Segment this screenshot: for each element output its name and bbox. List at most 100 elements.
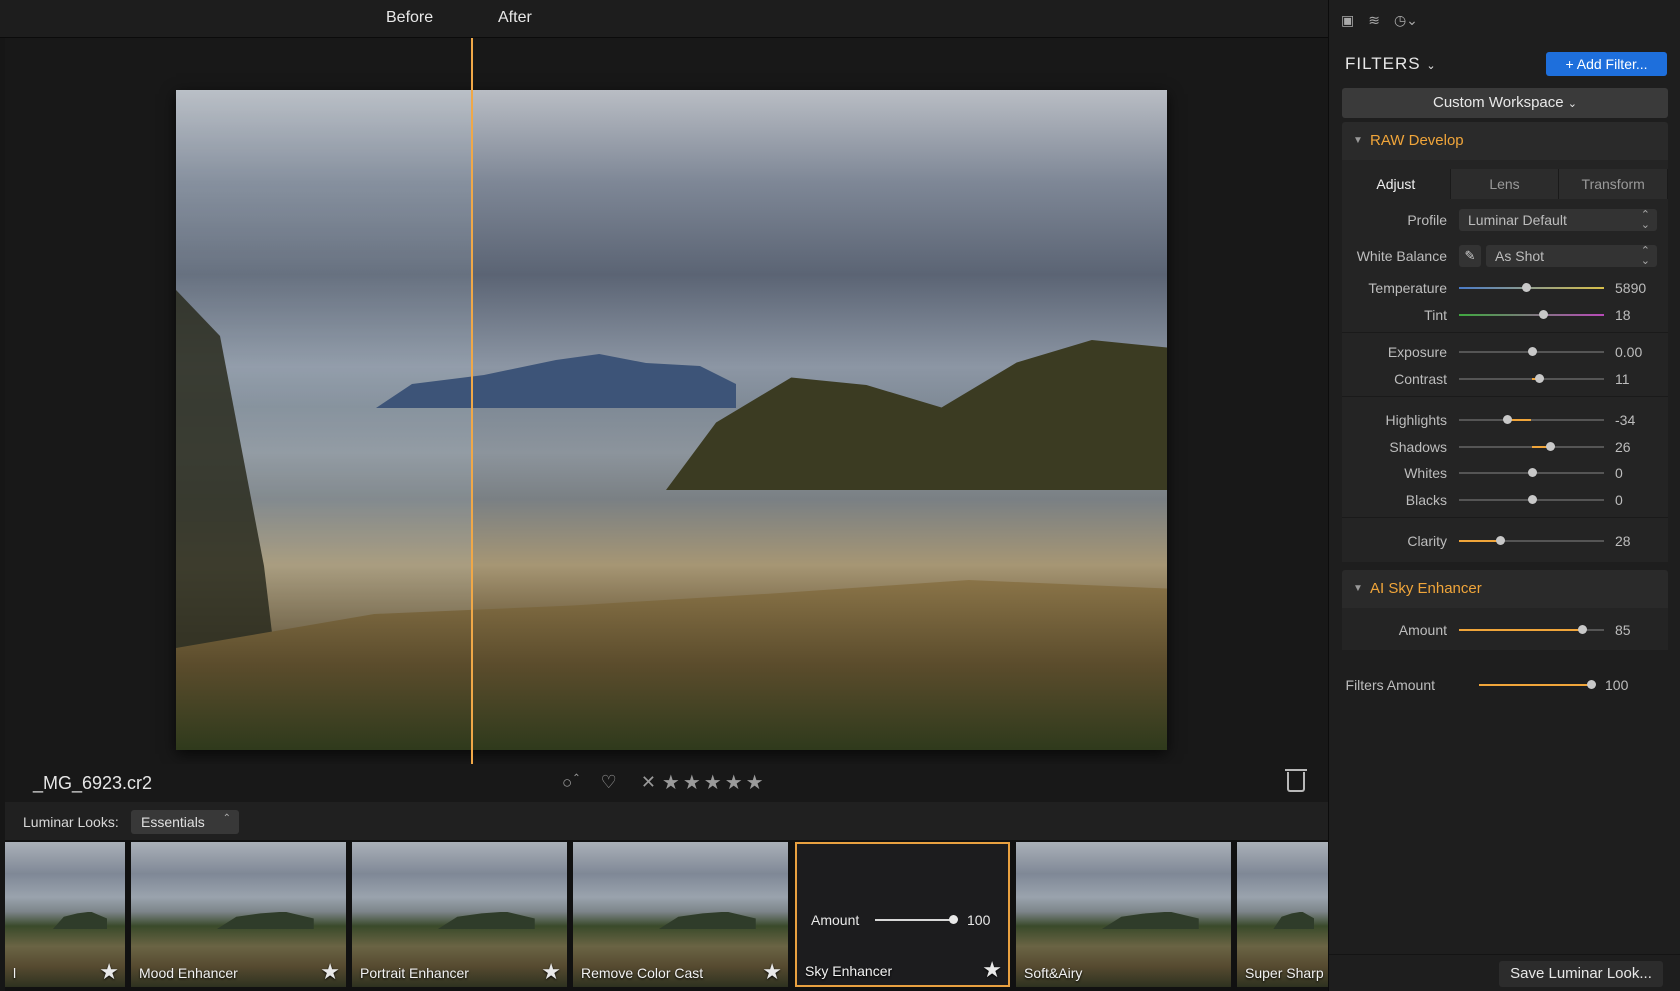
updown-icon: ⌃ ⌄ (1640, 209, 1650, 231)
info-bar: _MG_6923.cr2 ○⌃ ♡ ✕ ★★★★★ (5, 764, 1328, 802)
save-luminar-look-button[interactable]: Save Luminar Look... (1499, 961, 1663, 987)
divider (1329, 954, 1680, 955)
look-amount-value: 100 (967, 912, 991, 928)
look-thumb[interactable]: Soft&Airy (1016, 842, 1231, 987)
collapse-triangle-icon: ▼ (1353, 583, 1363, 594)
slider-fill (1459, 629, 1583, 631)
star-icon[interactable]: ★ (762, 959, 782, 985)
profile-select[interactable]: Luminar Default ⌃ ⌄ (1459, 209, 1657, 231)
tab-lens[interactable]: Lens (1450, 169, 1560, 199)
look-thumb[interactable]: l ★ (5, 842, 125, 987)
add-filter-button[interactable]: + Add Filter... (1546, 52, 1667, 76)
luminar-window: Before After _MG_6923.cr2 ○⌃ ♡ ✕ ★★★★★ L… (0, 0, 1680, 991)
chevron-down-icon: ⌄ (1426, 60, 1437, 72)
slider-knob[interactable] (1495, 536, 1505, 545)
slider-exposure[interactable] (1459, 347, 1604, 356)
color-label-icon[interactable]: ○⌃ (562, 773, 581, 793)
slider-knob[interactable] (1587, 680, 1596, 689)
thumb-landscape (217, 911, 314, 929)
sky-enhancer-header[interactable]: ▼ AI Sky Enhancer (1342, 570, 1668, 608)
layers-icon[interactable]: ≋ (1368, 12, 1380, 29)
slider-temperature[interactable] (1459, 283, 1604, 292)
white-balance-select[interactable]: As Shot ⌃ ⌄ (1486, 245, 1657, 267)
look-thumb[interactable]: Super Sharp (1237, 842, 1328, 987)
filters-title-text: FILTERS (1345, 54, 1421, 73)
photo-canvas[interactable] (176, 90, 1167, 750)
star-icon[interactable]: ★ (982, 957, 1002, 983)
filters-amount-slider[interactable] (1479, 680, 1596, 689)
history-icon[interactable]: ◷⌄ (1394, 12, 1418, 29)
look-amount-slider[interactable] (875, 919, 953, 921)
before-after-split-handle[interactable] (471, 38, 473, 802)
reject-icon[interactable]: ✕ (641, 772, 656, 793)
slider-knob[interactable] (1527, 468, 1537, 477)
tab-adjust[interactable]: Adjust (1342, 169, 1451, 199)
tab-transform[interactable]: Transform (1559, 169, 1669, 199)
slider-fill (1479, 684, 1591, 686)
slider-highlights[interactable] (1459, 415, 1604, 424)
star-icon[interactable]: ★ (320, 959, 340, 985)
filters-title[interactable]: FILTERS ⌄ (1345, 54, 1437, 74)
trash-icon[interactable] (1285, 769, 1307, 792)
slider-contrast[interactable] (1459, 374, 1604, 383)
updown-icon: ⌃ ⌄ (1640, 245, 1650, 267)
slider-tint[interactable] (1459, 310, 1604, 319)
slider-value-contrast: 11 (1615, 371, 1630, 387)
eyedropper-icon[interactable]: ✎ (1459, 245, 1481, 267)
filters-amount-value: 100 (1605, 677, 1629, 693)
compare-bar: Before After (0, 0, 1328, 38)
look-amount-knob[interactable] (949, 915, 958, 924)
slider-knob[interactable] (1527, 495, 1537, 504)
hill-shape (666, 340, 1167, 490)
sky-amount-slider[interactable] (1459, 625, 1604, 634)
looks-strip: l ★ Mood Enhancer ★ Portrait Enhancer ★ … (5, 840, 1328, 991)
slider-label-tint: Tint (1424, 307, 1447, 323)
slider-blacks[interactable] (1459, 495, 1604, 504)
divider (1342, 332, 1668, 333)
slider-label-temperature: Temperature (1368, 280, 1447, 296)
panel-toolbar: ▣ ≋ ◷⌄ (1341, 12, 1418, 29)
looks-bar: Luminar Looks: Essentials ⌃ (5, 802, 1328, 840)
look-label: Mood Enhancer (139, 965, 238, 981)
image-icon[interactable]: ▣ (1341, 12, 1354, 29)
slider-knob[interactable] (1527, 347, 1537, 356)
slider-label-whites: Whites (1404, 465, 1447, 481)
raw-develop-title: RAW Develop (1370, 132, 1464, 149)
thumb-landscape (1273, 911, 1315, 929)
chevron-up-icon: ⌃ (222, 813, 231, 824)
look-label: Soft&Airy (1024, 965, 1083, 981)
slider-knob[interactable] (1502, 415, 1512, 424)
star-icon[interactable]: ★ (99, 959, 119, 985)
workspace-select[interactable]: Custom Workspace ⌄ (1342, 88, 1668, 118)
look-thumb[interactable]: Remove Color Cast ★ (573, 842, 788, 987)
slider-clarity[interactable] (1459, 536, 1604, 545)
divider (1342, 396, 1668, 397)
filters-amount-label: Filters Amount (1345, 677, 1435, 693)
slider-label-contrast: Contrast (1394, 371, 1447, 387)
looks-category-value: Essentials (141, 814, 205, 830)
slider-shadows[interactable] (1459, 442, 1604, 451)
white-balance-label: White Balance (1356, 248, 1447, 264)
thumb-landscape (659, 911, 756, 929)
profile-label: Profile (1407, 212, 1447, 228)
before-label[interactable]: Before (386, 9, 433, 27)
look-label: Portrait Enhancer (360, 965, 469, 981)
looks-category-select[interactable]: Essentials ⌃ (131, 810, 239, 834)
slider-value-blacks: 0 (1615, 492, 1623, 508)
star-rating[interactable]: ★★★★★ (662, 770, 767, 795)
slider-value-tint: 18 (1615, 307, 1631, 323)
slider-whites[interactable] (1459, 468, 1604, 477)
raw-develop-header[interactable]: ▼ RAW Develop (1342, 122, 1668, 160)
after-label[interactable]: After (498, 9, 532, 27)
slider-label-clarity: Clarity (1407, 533, 1447, 549)
look-thumb[interactable]: Mood Enhancer ★ (131, 842, 346, 987)
heart-icon[interactable]: ♡ (601, 772, 617, 793)
look-thumb-selected[interactable]: Amount 100 Sky Enhancer ★ (795, 842, 1010, 987)
star-icon[interactable]: ★ (541, 959, 561, 985)
collapse-triangle-icon: ▼ (1353, 135, 1363, 146)
slider-knob[interactable] (1521, 283, 1531, 292)
sky-enhancer-title: AI Sky Enhancer (1370, 580, 1482, 597)
look-thumb[interactable]: Portrait Enhancer ★ (352, 842, 567, 987)
look-label: Super Sharp (1245, 965, 1324, 981)
divider (1342, 517, 1668, 518)
